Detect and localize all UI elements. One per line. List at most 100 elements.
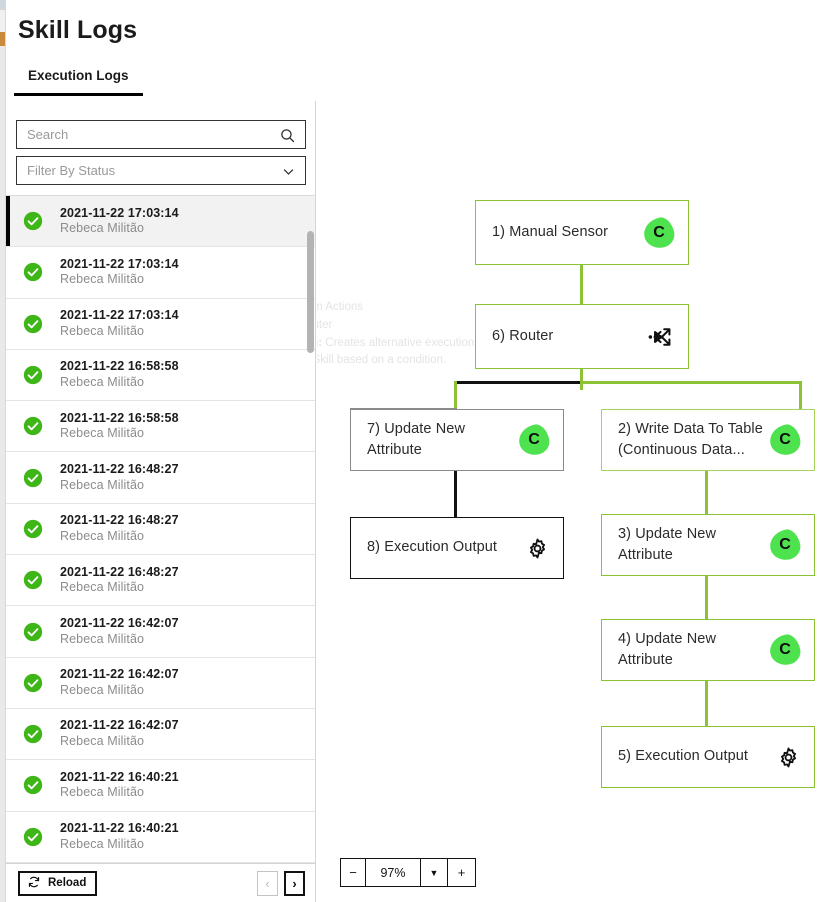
log-list-item[interactable]: 2021-11-22 16:42:07 Rebeca Militão <box>6 709 315 761</box>
flow-node-router[interactable]: 6) Router <box>475 304 689 369</box>
log-list-item[interactable]: 2021-11-22 16:42:07 Rebeca Militão <box>6 658 315 709</box>
log-timestamp: 2021-11-22 16:48:27 <box>60 564 179 579</box>
scrollbar-thumb[interactable] <box>307 231 314 353</box>
status-success-icon <box>23 775 43 795</box>
zoom-dropdown-button[interactable]: ▼ <box>421 859 448 886</box>
green-c-blob-icon: C <box>767 422 803 458</box>
reload-label: Reload <box>48 877 87 889</box>
log-list-item[interactable]: 2021-11-22 16:42:07 Rebeca Militão <box>6 606 315 658</box>
chevron-down-icon[interactable] <box>281 157 296 186</box>
node-label: 4) Update New Attribute <box>618 630 717 668</box>
log-list-item[interactable]: 2021-11-22 16:58:58 Rebeca Militão <box>6 401 315 453</box>
tooltip-desc-value: Creates alternative execution paths for … <box>317 336 475 367</box>
zoom-level-value: 97% <box>366 859 421 886</box>
zoom-out-button[interactable]: − <box>341 859 366 886</box>
log-timestamp: 2021-11-22 17:03:14 <box>60 205 179 220</box>
log-timestamp: 2021-11-22 16:40:21 <box>60 821 179 836</box>
node-label: 3) Update New Attribute <box>618 525 717 563</box>
log-list-item[interactable]: 2021-11-22 16:48:27 Rebeca Militão <box>6 504 315 556</box>
flow-node-update-new-attribute-3[interactable]: 3) Update New Attribute C <box>601 514 815 576</box>
flow-node-execution-output-5[interactable]: 5) Execution Output <box>601 726 815 788</box>
log-item-text: 2021-11-22 16:42:07 Rebeca Militão <box>60 718 179 749</box>
log-list-item[interactable]: 2021-11-22 16:40:21Rebeca Militão <box>6 760 315 812</box>
skill-logs-page: Skill Logs Execution Logs Filter By Stat… <box>0 0 836 902</box>
tooltip-action-value: Router <box>317 318 333 331</box>
green-c-blob-icon: C <box>641 214 677 251</box>
log-timestamp: 2021-11-22 16:48:27 <box>60 513 179 528</box>
zoom-control[interactable]: − 97% ▼ + <box>340 858 476 887</box>
log-timestamp: 2021-11-22 17:03:14 <box>60 256 179 271</box>
sidebar-footer: Reload ‹ › <box>6 863 315 902</box>
log-item-text: 2021-11-22 17:03:14 Rebeca Militão <box>60 257 179 288</box>
page-title: Skill Logs <box>18 16 138 44</box>
log-item-text: 2021-11-22 16:58:58 Rebeca Militão <box>60 359 179 390</box>
gear-icon <box>777 746 800 769</box>
status-success-icon <box>23 468 43 488</box>
node-label: 1) Manual Sensor <box>492 223 609 240</box>
gear-icon <box>526 537 549 560</box>
search-input[interactable] <box>17 121 305 148</box>
search-field[interactable] <box>16 120 306 149</box>
node-label: 6) Router <box>492 327 554 344</box>
log-item-text: 2021-11-22 16:40:21Rebeca Militão <box>60 770 179 801</box>
flow-canvas[interactable]: App: System Actions Action: Router Descr… <box>317 101 836 902</box>
edge-branch-left-drop <box>454 381 457 410</box>
router-split-icon <box>648 326 674 348</box>
edge-n6-down <box>580 367 583 390</box>
filter-by-status-select[interactable]: Filter By Status <box>16 156 306 185</box>
log-list-item[interactable]: 2021-11-22 16:40:21Rebeca Militão <box>6 812 315 863</box>
edge-n3-n4 <box>705 576 708 623</box>
next-page-button[interactable]: › <box>284 870 305 896</box>
log-user: Rebeca Militão <box>60 682 145 697</box>
selected-accent-bar <box>6 196 10 247</box>
flow-node-update-new-attribute-4[interactable]: 4) Update New Attribute C <box>601 619 815 681</box>
log-list-item[interactable]: 2021-11-22 16:48:27 Rebeca Militão <box>6 555 315 607</box>
log-timestamp: 2021-11-22 17:03:14 <box>60 308 179 323</box>
edge-n1-n6 <box>580 264 583 307</box>
status-success-icon <box>23 827 43 847</box>
log-user: Rebeca Militão <box>60 323 145 338</box>
reload-button[interactable]: Reload <box>18 870 98 896</box>
log-item-text: 2021-11-22 16:48:27 Rebeca Militão <box>60 513 179 544</box>
search-icon[interactable] <box>279 121 296 150</box>
tab-execution-logs[interactable]: Execution Logs <box>14 62 143 96</box>
log-item-text: 2021-11-22 16:42:07 Rebeca Militão <box>60 616 179 647</box>
log-list-item[interactable]: 2021-11-22 16:58:58 Rebeca Militão <box>6 350 315 402</box>
log-list-item[interactable]: 2021-11-22 17:03:14 Rebeca Militão <box>6 247 315 299</box>
status-success-icon <box>23 416 43 436</box>
log-timestamp: 2021-11-22 16:58:58 <box>60 410 179 425</box>
log-timestamp: 2021-11-22 16:58:58 <box>60 359 179 374</box>
status-success-icon <box>23 262 43 282</box>
log-user: Rebeca Militão <box>60 528 145 543</box>
edge-branch-right-drop <box>799 381 802 410</box>
flow-node-write-data-to-table[interactable]: 2) Write Data To Table (Continuous Data.… <box>601 409 815 471</box>
log-list-item[interactable]: 2021-11-22 16:48:27 Rebeca Militão <box>6 452 315 504</box>
log-user: Rebeca Militão <box>60 785 145 800</box>
flow-node-manual-sensor[interactable]: 1) Manual Sensor C <box>475 200 689 265</box>
log-list-item[interactable]: 2021-11-22 17:03:14 Rebeca Militão <box>6 196 315 248</box>
log-timestamp: 2021-11-22 16:42:07 <box>60 718 179 733</box>
blob-letter: C <box>779 431 791 448</box>
node-label: 5) Execution Output <box>618 748 749 765</box>
status-success-icon <box>23 314 43 334</box>
blob-letter: C <box>653 223 665 241</box>
log-user: Rebeca Militão <box>60 836 145 851</box>
green-c-blob-icon: C <box>767 632 803 668</box>
logs-sidebar: Filter By Status 2021-11-22 17:03:14Rebe… <box>6 101 316 902</box>
status-success-icon <box>23 519 43 539</box>
status-success-icon <box>23 673 43 693</box>
zoom-in-button[interactable]: + <box>448 859 475 886</box>
log-user: Rebeca Militão <box>60 580 145 595</box>
blob-letter: C <box>779 536 791 553</box>
edge-n4-n5 <box>705 680 708 727</box>
flow-node-update-new-attribute-7[interactable]: 7) Update New Attribute C <box>350 409 564 471</box>
log-list-item[interactable]: 2021-11-22 17:03:14 Rebeca Militão <box>6 299 315 350</box>
log-list-scrollbar[interactable] <box>307 196 314 902</box>
flow-node-execution-output-8[interactable]: 8) Execution Output <box>350 517 564 579</box>
execution-log-list[interactable]: 2021-11-22 17:03:14 Rebeca Militão 2021-11… <box>6 196 315 902</box>
log-user: Rebeca Militão <box>60 631 145 646</box>
prev-page-button[interactable]: ‹ <box>257 870 278 896</box>
log-timestamp: 2021-11-22 16:42:07 <box>60 667 179 682</box>
edge-n7-n8 <box>454 471 457 518</box>
green-c-blob-icon: C <box>767 527 803 563</box>
